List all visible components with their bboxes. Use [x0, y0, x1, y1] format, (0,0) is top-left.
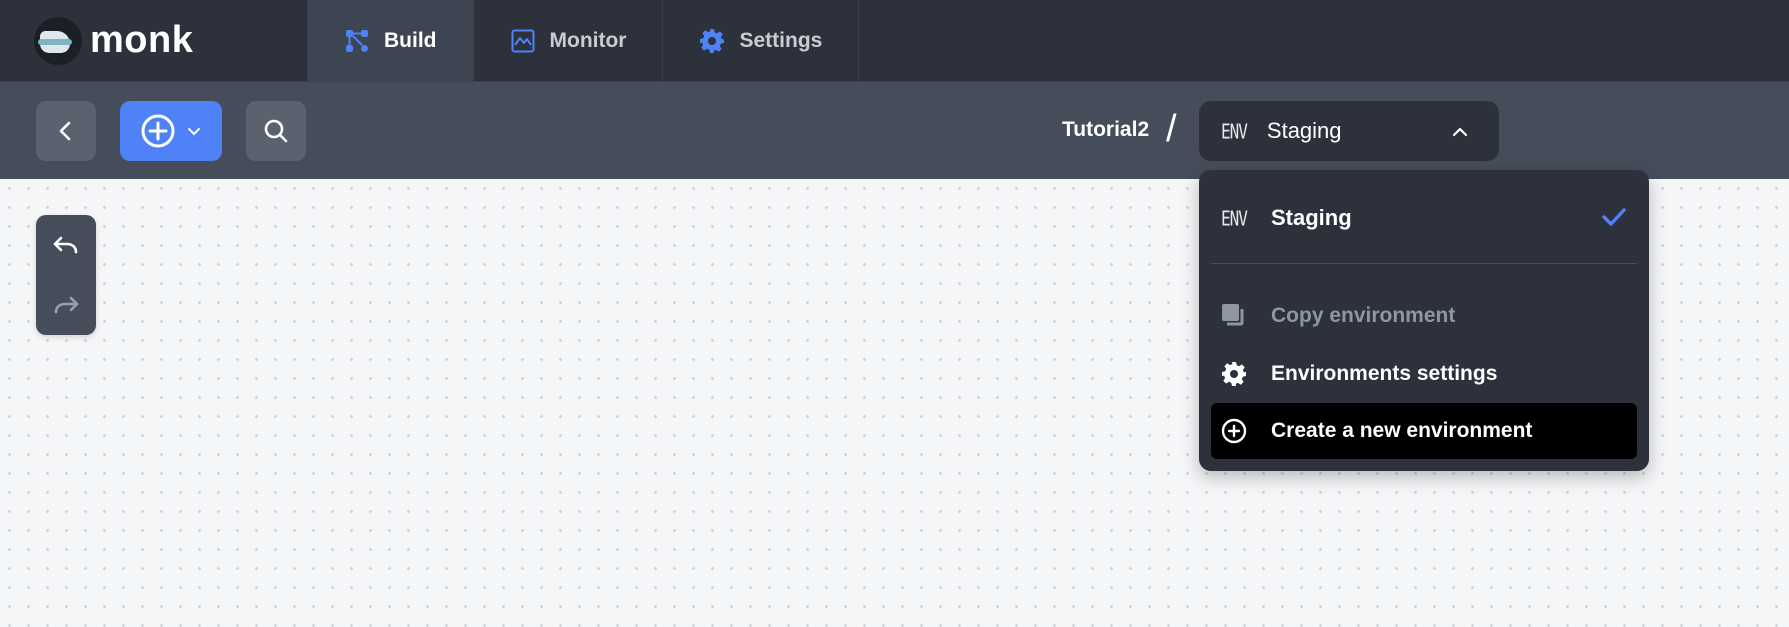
environment-option-staging[interactable]: ENV Staging: [1211, 190, 1637, 246]
search-icon: [264, 119, 288, 143]
top-navigation: monk Build Monitor Settings: [0, 0, 1789, 82]
tab-monitor[interactable]: Monitor: [474, 0, 664, 81]
env-tag: ENV: [1221, 119, 1248, 143]
tab-build-label: Build: [384, 28, 437, 52]
copy-environment-label: Copy environment: [1271, 304, 1456, 327]
plus-circle-icon: [1221, 418, 1247, 444]
environment-select[interactable]: ENV Staging: [1199, 101, 1499, 161]
brand-name: monk: [90, 19, 194, 61]
create-environment-item[interactable]: Create a new environment: [1211, 403, 1637, 459]
environment-select-value: Staging: [1266, 118, 1342, 143]
project-name[interactable]: Tutorial2: [1062, 118, 1149, 142]
gear-icon: [1222, 362, 1246, 386]
dropdown-divider: [1211, 263, 1637, 264]
environments-settings-item[interactable]: Environments settings: [1211, 346, 1637, 402]
tab-settings[interactable]: Settings: [663, 0, 860, 81]
plus-circle-icon: [141, 114, 175, 148]
undo-icon: [53, 236, 78, 254]
breadcrumb-separator: /: [1166, 108, 1177, 150]
chevron-down-icon: [188, 128, 200, 136]
build-icon: [346, 29, 368, 52]
create-environment-label: Create a new environment: [1271, 419, 1533, 442]
redo-button[interactable]: [36, 275, 96, 335]
redo-icon: [54, 296, 79, 314]
monk-logo-icon: [34, 16, 82, 65]
env-tag: ENV: [1221, 206, 1248, 230]
chevron-left-icon: [59, 121, 71, 141]
undo-redo-panel: [36, 215, 96, 335]
copy-environment-item[interactable]: Copy environment: [1211, 288, 1637, 344]
back-button[interactable]: [36, 101, 96, 161]
brand[interactable]: monk: [0, 0, 308, 81]
tab-build[interactable]: Build: [308, 0, 474, 81]
tab-settings-label: Settings: [739, 28, 823, 52]
tab-monitor-label: Monitor: [549, 28, 627, 52]
gear-icon: [700, 28, 725, 53]
search-button[interactable]: [246, 101, 306, 161]
copy-icon: [1222, 304, 1244, 326]
environment-option-label: Staging: [1271, 205, 1352, 230]
undo-button[interactable]: [36, 215, 96, 275]
add-button[interactable]: [120, 101, 222, 161]
check-icon: [1602, 208, 1626, 226]
chevron-up-icon: [1452, 127, 1468, 137]
monitor-chart-icon: [511, 29, 534, 52]
environments-settings-label: Environments settings: [1271, 362, 1498, 385]
environment-dropdown: ENV Staging Copy environment Environment…: [1199, 170, 1649, 471]
toolbar: Tutorial2 / ENV Staging: [0, 82, 1789, 179]
